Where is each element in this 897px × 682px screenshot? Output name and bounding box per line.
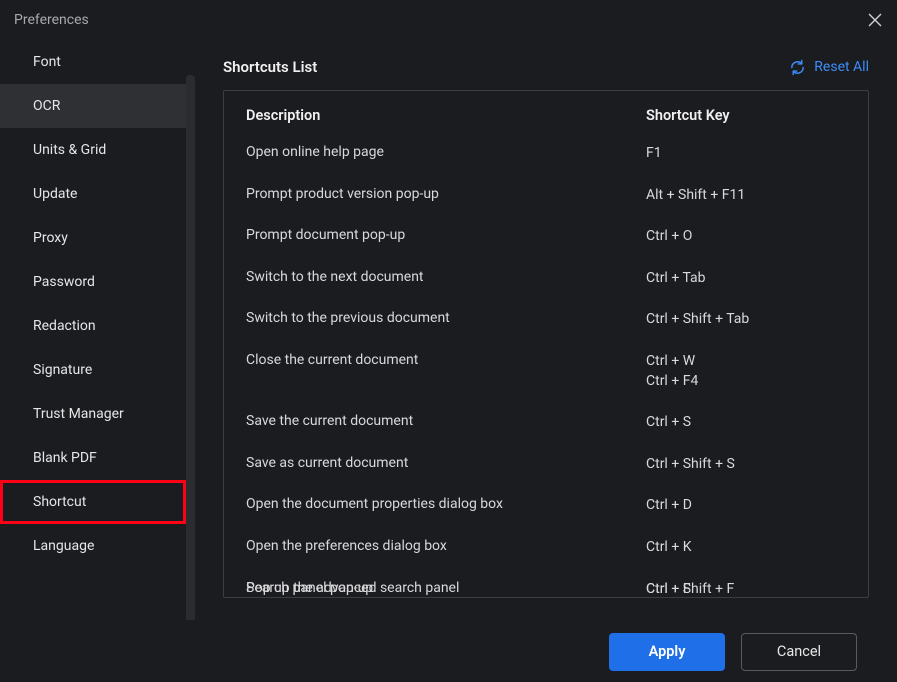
- main: Font OCR Units & Grid Update Proxy Passw…: [0, 40, 897, 620]
- shortcut-key: Ctrl + O: [646, 227, 846, 247]
- reset-all-button[interactable]: Reset All: [789, 59, 869, 76]
- shortcuts-header: Description Shortcut Key: [246, 107, 846, 124]
- shortcut-row[interactable]: Prompt document pop-up Ctrl + O: [246, 227, 846, 247]
- shortcut-key: F1: [646, 144, 846, 164]
- sidebar-item-label: Redaction: [33, 318, 96, 334]
- sidebar-item-proxy[interactable]: Proxy: [0, 216, 186, 260]
- sidebar-wrap: Font OCR Units & Grid Update Proxy Passw…: [0, 40, 195, 620]
- sidebar-item-label: Proxy: [33, 230, 68, 246]
- sidebar-item-label: Units & Grid: [33, 142, 106, 158]
- sidebar-item-label: Password: [33, 274, 95, 290]
- sidebar-item-language[interactable]: Language: [0, 524, 186, 568]
- shortcut-key: Ctrl + W Ctrl + F4: [646, 352, 846, 391]
- shortcut-row[interactable]: Save the current document Ctrl + S: [246, 413, 846, 433]
- shortcut-row[interactable]: Open the document properties dialog box …: [246, 496, 846, 516]
- shortcut-desc: Prompt product version pop-up: [246, 186, 646, 202]
- column-shortcut-key: Shortcut Key: [646, 107, 846, 124]
- footer: Apply Cancel: [0, 620, 897, 682]
- sidebar-item-password[interactable]: Password: [0, 260, 186, 304]
- shortcut-desc: Close the current document: [246, 352, 646, 368]
- shortcut-row[interactable]: Switch to the next document Ctrl + Tab: [246, 269, 846, 289]
- sidebar-item-blank-pdf[interactable]: Blank PDF: [0, 436, 186, 480]
- sidebar-item-font[interactable]: Font: [0, 40, 186, 84]
- column-description: Description: [246, 107, 646, 124]
- shortcut-key: Ctrl + K: [646, 538, 846, 558]
- sidebar-item-shortcut[interactable]: Shortcut: [0, 480, 186, 524]
- shortcut-desc: Prompt document pop-up: [246, 227, 646, 243]
- shortcut-row[interactable]: Save as current document Ctrl + Shift + …: [246, 455, 846, 475]
- shortcut-row[interactable]: Open the preferences dialog box Ctrl + K: [246, 538, 846, 558]
- sidebar-item-label: Language: [33, 538, 94, 554]
- shortcut-desc: Switch to the next document: [246, 269, 646, 285]
- shortcut-row-partial[interactable]: Pop up the advanced search panel Ctrl + …: [246, 580, 846, 598]
- sidebar-item-ocr[interactable]: OCR: [0, 84, 186, 128]
- content: Shortcuts List Reset All Description Sho…: [195, 40, 897, 620]
- close-button[interactable]: [867, 12, 883, 28]
- sidebar-item-label: Blank PDF: [33, 450, 97, 466]
- sidebar-scrollbar[interactable]: [186, 75, 195, 645]
- shortcut-desc: Save the current document: [246, 413, 646, 429]
- apply-button[interactable]: Apply: [609, 633, 725, 671]
- shortcut-key: Ctrl + Shift + Tab: [646, 310, 846, 330]
- window-title: Preferences: [14, 12, 89, 28]
- shortcut-row[interactable]: Close the current document Ctrl + W Ctrl…: [246, 352, 846, 391]
- sidebar-item-label: Font: [33, 54, 61, 70]
- shortcut-key: Ctrl + Shift + F: [646, 580, 846, 598]
- content-title: Shortcuts List: [223, 58, 317, 76]
- sidebar-item-label: Shortcut: [33, 494, 86, 510]
- shortcut-desc: Open the document properties dialog box: [246, 496, 646, 512]
- shortcut-key: Ctrl + Shift + S: [646, 455, 846, 475]
- sidebar-item-label: Trust Manager: [33, 406, 124, 422]
- titlebar: Preferences: [0, 0, 897, 40]
- shortcut-row[interactable]: Switch to the previous document Ctrl + S…: [246, 310, 846, 330]
- shortcut-desc: Switch to the previous document: [246, 310, 646, 326]
- content-header: Shortcuts List Reset All: [223, 58, 869, 76]
- cancel-button[interactable]: Cancel: [741, 633, 857, 671]
- reset-all-label: Reset All: [814, 59, 869, 75]
- shortcut-desc: Open the preferences dialog box: [246, 538, 646, 554]
- apply-label: Apply: [649, 643, 686, 660]
- refresh-icon: [789, 59, 806, 76]
- sidebar-item-trust-manager[interactable]: Trust Manager: [0, 392, 186, 436]
- sidebar-item-label: Signature: [33, 362, 92, 378]
- shortcut-key: Ctrl + S: [646, 413, 846, 433]
- shortcut-desc: Pop up the advanced search panel: [246, 580, 646, 596]
- shortcut-key: Ctrl + D: [646, 496, 846, 516]
- shortcut-desc: Save as current document: [246, 455, 646, 471]
- sidebar-item-units-grid[interactable]: Units & Grid: [0, 128, 186, 172]
- sidebar: Font OCR Units & Grid Update Proxy Passw…: [0, 40, 186, 620]
- sidebar-item-redaction[interactable]: Redaction: [0, 304, 186, 348]
- sidebar-item-signature[interactable]: Signature: [0, 348, 186, 392]
- cancel-label: Cancel: [777, 643, 821, 660]
- sidebar-item-label: OCR: [33, 98, 60, 114]
- shortcut-key: Alt + Shift + F11: [646, 186, 846, 206]
- close-icon: [868, 13, 882, 27]
- sidebar-item-label: Update: [33, 186, 77, 202]
- shortcut-row[interactable]: Open online help page F1: [246, 144, 846, 164]
- shortcuts-box: Description Shortcut Key Open online hel…: [223, 90, 869, 598]
- shortcut-desc: Open online help page: [246, 144, 646, 160]
- shortcut-key: Ctrl + Tab: [646, 269, 846, 289]
- shortcut-row[interactable]: Prompt product version pop-up Alt + Shif…: [246, 186, 846, 206]
- sidebar-item-update[interactable]: Update: [0, 172, 186, 216]
